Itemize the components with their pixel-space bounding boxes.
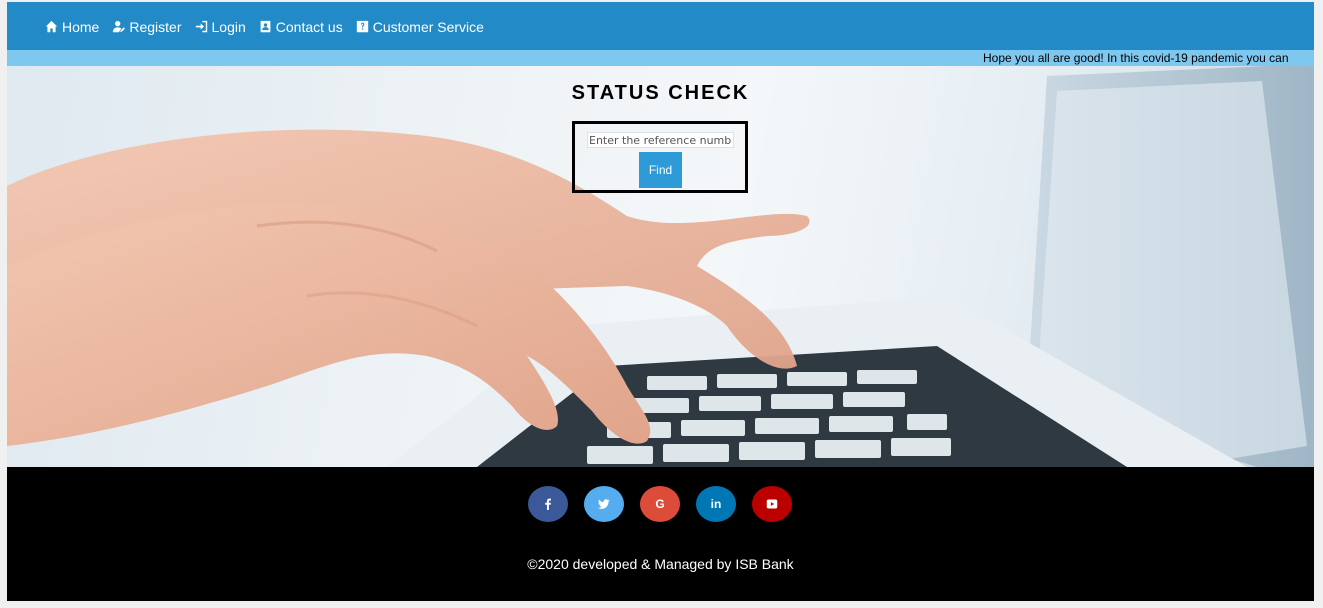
login-icon [195, 20, 208, 33]
twitter-icon[interactable] [584, 486, 624, 522]
announcement-marquee: Hope you all are good! In this covid-19 … [7, 50, 1314, 66]
google-icon[interactable]: G [640, 486, 680, 522]
contact-card-icon [259, 20, 272, 33]
nav-home-label: Home [62, 19, 100, 35]
linkedin-icon[interactable]: in [696, 486, 736, 522]
status-check-form: Find [572, 121, 748, 193]
help-icon [356, 20, 369, 33]
nav-customer-service-label: Customer Service [372, 19, 484, 35]
nav-contact-label: Contact us [275, 19, 343, 35]
register-user-icon [112, 20, 126, 33]
find-button[interactable]: Find [639, 152, 682, 188]
nav-contact[interactable]: Contact us [259, 18, 343, 35]
youtube-icon[interactable] [752, 486, 792, 522]
hero-banner: STATUS CHECK Find [7, 66, 1314, 467]
home-icon [45, 20, 58, 33]
facebook-icon[interactable] [528, 486, 568, 522]
nav-login[interactable]: Login [195, 18, 246, 35]
nav-customer-service[interactable]: Customer Service [356, 18, 484, 35]
page-frame: Home Register Login Contact us Customer … [7, 2, 1314, 601]
nav-list: Home Register Login Contact us Customer … [7, 2, 1314, 50]
nav-register[interactable]: Register [112, 18, 182, 35]
social-links: G in [528, 486, 808, 522]
nav-register-label: Register [129, 19, 182, 35]
top-navbar: Home Register Login Contact us Customer … [7, 2, 1314, 50]
reference-number-input[interactable] [587, 132, 734, 148]
nav-login-label: Login [211, 19, 246, 35]
marquee-text: Hope you all are good! In this covid-19 … [983, 51, 1289, 65]
footer: G in ©2020 developed & Managed by ISB Ba… [7, 467, 1314, 601]
copyright-text: ©2020 developed & Managed by ISB Bank [527, 556, 794, 572]
nav-home[interactable]: Home [45, 18, 100, 35]
status-check-title: STATUS CHECK [571, 82, 750, 104]
